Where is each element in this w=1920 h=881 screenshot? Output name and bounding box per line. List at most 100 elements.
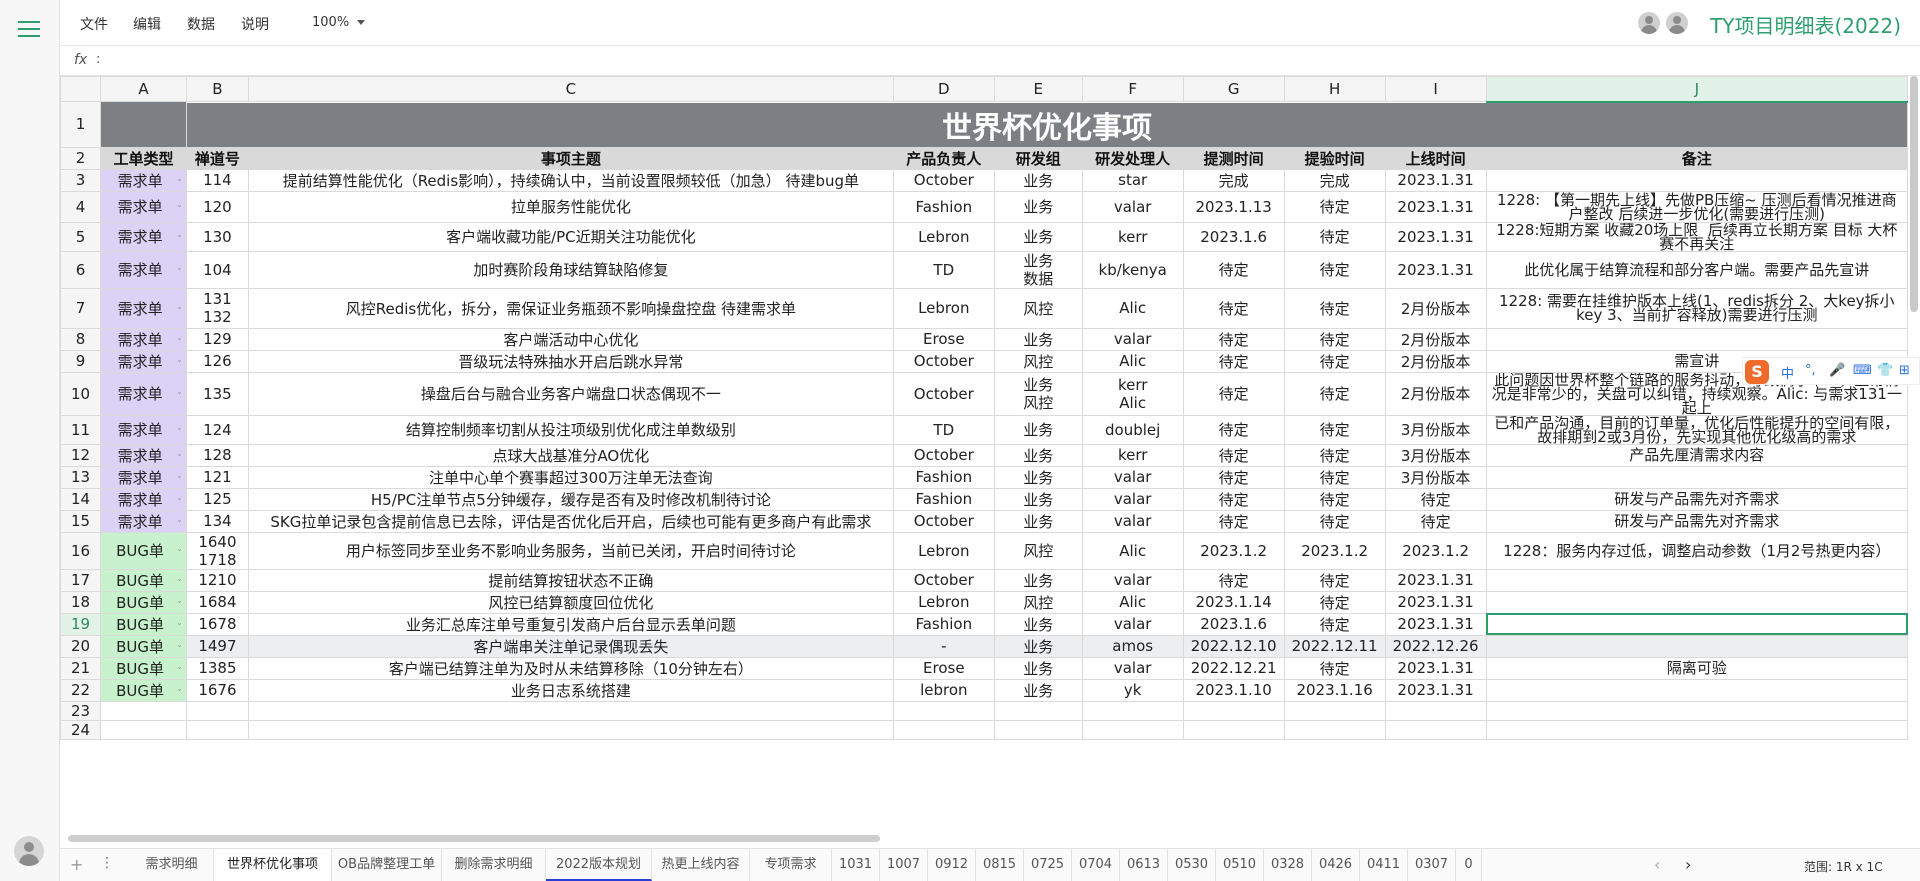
- row-header[interactable]: 24: [60, 719, 101, 740]
- verify-date-cell[interactable]: 待定: [1283, 612, 1386, 636]
- owner-cell[interactable]: October: [892, 349, 995, 373]
- developer-cell[interactable]: valar: [1081, 612, 1184, 636]
- ticket-id-cell[interactable]: 1640 1718: [185, 531, 249, 570]
- dropdown-mark-icon[interactable]: ⌄: [176, 355, 183, 364]
- sheet-tab[interactable]: 2022版本规划: [546, 849, 652, 881]
- empty-cell[interactable]: [1283, 719, 1386, 740]
- note-cell[interactable]: [1485, 612, 1908, 636]
- release-date-cell[interactable]: 3月份版本: [1384, 414, 1487, 445]
- header-cell[interactable]: 提验时间: [1283, 146, 1386, 170]
- subject-cell[interactable]: 提前结算按钮状态不正确: [247, 568, 894, 592]
- developer-cell[interactable]: kb/kenya: [1081, 250, 1184, 289]
- empty-cell[interactable]: [1081, 700, 1184, 721]
- tabs-prev-icon[interactable]: ‹: [1654, 855, 1660, 874]
- verify-date-cell[interactable]: 待定: [1283, 509, 1386, 533]
- column-header-H[interactable]: H: [1283, 76, 1386, 102]
- ime-apps-icon[interactable]: ⊞: [1899, 363, 1910, 378]
- test-date-cell[interactable]: 完成: [1182, 168, 1285, 192]
- select-all-corner[interactable]: [60, 76, 101, 102]
- sheet-tab[interactable]: 1031: [832, 849, 880, 881]
- sheet-tab[interactable]: 0725: [1024, 849, 1072, 881]
- sheet-tab[interactable]: 0: [1456, 849, 1482, 881]
- dropdown-mark-icon[interactable]: ⌄: [176, 263, 183, 272]
- developer-cell[interactable]: Alic: [1081, 287, 1184, 329]
- test-date-cell[interactable]: 待定: [1182, 487, 1285, 511]
- type-cell[interactable]: 需求单 ⌄: [99, 465, 187, 489]
- owner-cell[interactable]: Fashion: [892, 190, 995, 223]
- ticket-id-cell[interactable]: 104: [185, 250, 249, 289]
- ticket-id-cell[interactable]: 125: [185, 487, 249, 511]
- developer-cell[interactable]: Alic: [1081, 531, 1184, 570]
- subject-cell[interactable]: 用户标签同步至业务不影响业务服务，当前已关闭，开启时间待讨论: [247, 531, 894, 570]
- tabs-next-icon[interactable]: ›: [1685, 855, 1691, 874]
- release-date-cell[interactable]: 2022.12.26: [1384, 634, 1487, 658]
- group-cell[interactable]: 业务: [993, 168, 1083, 192]
- dropdown-mark-icon[interactable]: ⌄: [176, 662, 183, 671]
- menu-help[interactable]: 说明: [241, 14, 269, 34]
- row-header[interactable]: 23: [60, 700, 101, 721]
- test-date-cell[interactable]: 2023.1.6: [1182, 221, 1285, 252]
- type-cell[interactable]: 需求单 ⌄: [99, 250, 187, 289]
- ime-punctuation-icon[interactable]: °,: [1805, 363, 1816, 378]
- note-cell[interactable]: 1228: 【第一期先上线】先做PB压缩~ 压测后看情况推进商户整改 后续进一步…: [1485, 190, 1908, 223]
- dropdown-mark-icon[interactable]: ⌄: [176, 387, 183, 396]
- developer-cell[interactable]: valar: [1081, 190, 1184, 223]
- sheet-tab[interactable]: 0613: [1120, 849, 1168, 881]
- test-date-cell[interactable]: 2023.1.13: [1182, 190, 1285, 223]
- group-cell[interactable]: 业务: [993, 190, 1083, 223]
- subject-cell[interactable]: 提前结算性能优化（Redis影响），持续确认中，当前设置限频较低（加急） 待建b…: [247, 168, 894, 192]
- verify-date-cell[interactable]: 待定: [1283, 190, 1386, 223]
- verify-date-cell[interactable]: 待定: [1283, 221, 1386, 252]
- note-cell[interactable]: 产品先厘清需求内容: [1485, 443, 1908, 467]
- sheet-list-icon[interactable]: ⋮: [100, 855, 114, 871]
- release-date-cell[interactable]: 2月份版本: [1384, 349, 1487, 373]
- ticket-id-cell[interactable]: 1210: [185, 568, 249, 592]
- ime-skin-icon[interactable]: 👕: [1877, 363, 1893, 378]
- test-date-cell[interactable]: 待定: [1182, 287, 1285, 329]
- column-header-G[interactable]: G: [1182, 76, 1285, 102]
- group-cell[interactable]: 业务: [993, 221, 1083, 252]
- sheet-title-cell[interactable]: 世界杯优化事项: [185, 101, 1908, 148]
- sheet-tab[interactable]: 世界杯优化事项: [214, 849, 332, 881]
- developer-cell[interactable]: amos: [1081, 634, 1184, 658]
- test-date-cell[interactable]: 2023.1.14: [1182, 590, 1285, 614]
- column-header-J[interactable]: J: [1485, 76, 1908, 103]
- developer-cell[interactable]: kerr: [1081, 221, 1184, 252]
- ticket-id-cell[interactable]: 1497: [185, 634, 249, 658]
- verify-date-cell[interactable]: 2023.1.16: [1283, 678, 1386, 702]
- menu-edit[interactable]: 编辑: [133, 14, 161, 34]
- empty-cell[interactable]: [247, 719, 894, 740]
- sheet-tab[interactable]: 0815: [976, 849, 1024, 881]
- verify-date-cell[interactable]: 待定: [1283, 568, 1386, 592]
- verify-date-cell[interactable]: 2022.12.11: [1283, 634, 1386, 658]
- collaborator-avatar[interactable]: [1638, 12, 1660, 34]
- ime-keyboard-icon[interactable]: ⌨: [1853, 363, 1872, 378]
- dropdown-mark-icon[interactable]: ⌄: [176, 493, 183, 502]
- note-cell[interactable]: 隔离可验: [1485, 656, 1908, 680]
- type-cell[interactable]: BUG单 ⌄: [99, 634, 187, 658]
- subject-cell[interactable]: 客户端已结算注单为及时从未结算移除（10分钟左右）: [247, 656, 894, 680]
- header-cell[interactable]: 提测时间: [1182, 146, 1285, 170]
- row-header[interactable]: 5: [60, 221, 101, 252]
- dropdown-mark-icon[interactable]: ⌄: [176, 684, 183, 693]
- subject-cell[interactable]: 客户端收藏功能/PC近期关注功能优化: [247, 221, 894, 252]
- verify-date-cell[interactable]: 待定: [1283, 443, 1386, 467]
- note-cell[interactable]: 已和产品沟通，目前的订单量，优化后性能提升的空间有限， 故排期到2或3月份，先实…: [1485, 414, 1908, 445]
- dropdown-mark-icon[interactable]: ⌄: [176, 200, 183, 209]
- verify-date-cell[interactable]: 待定: [1283, 590, 1386, 614]
- sheet-tab[interactable]: 1007: [880, 849, 928, 881]
- sheet-tab[interactable]: 需求明细: [130, 849, 214, 881]
- test-date-cell[interactable]: 待定: [1182, 414, 1285, 445]
- type-cell[interactable]: 需求单 ⌄: [99, 287, 187, 329]
- empty-cell[interactable]: [185, 719, 249, 740]
- subject-cell[interactable]: 注单中心单个赛事超过300万注单无法查询: [247, 465, 894, 489]
- test-date-cell[interactable]: 待定: [1182, 327, 1285, 351]
- subject-cell[interactable]: 风控已结算额度回位优化: [247, 590, 894, 614]
- menu-data[interactable]: 数据: [187, 14, 215, 34]
- empty-cell[interactable]: [1182, 719, 1285, 740]
- group-cell[interactable]: 业务: [993, 487, 1083, 511]
- dropdown-mark-icon[interactable]: ⌄: [176, 596, 183, 605]
- developer-cell[interactable]: valar: [1081, 465, 1184, 489]
- row-header[interactable]: 15: [60, 509, 101, 533]
- empty-cell[interactable]: [99, 700, 187, 721]
